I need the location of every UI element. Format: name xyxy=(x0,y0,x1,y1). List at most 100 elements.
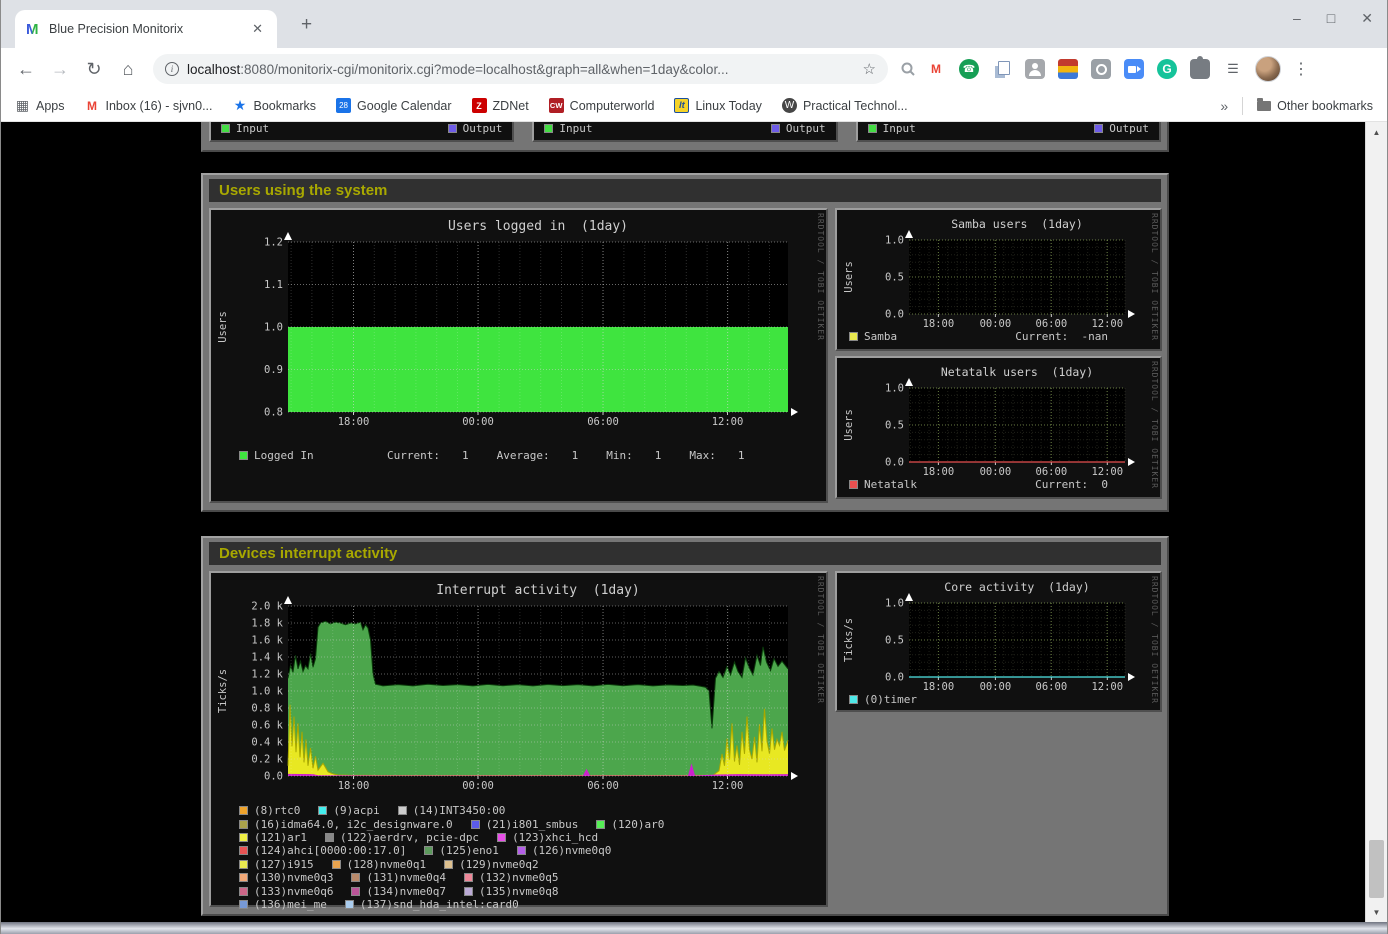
bookmarks-overflow-icon[interactable]: » xyxy=(1220,98,1228,114)
rrdtool-watermark: RRDTOOL / TOBI OETIKER xyxy=(1150,361,1159,489)
legend-item: (123)xhci_hcd xyxy=(497,831,598,844)
browser-tab[interactable]: M Blue Precision Monitorix ✕ xyxy=(15,10,277,48)
network-chart-panel[interactable]: Input Output xyxy=(856,122,1161,142)
legend-item: (128)nvme0q1 xyxy=(332,858,426,871)
bookmark-google-calendar[interactable]: 28 Google Calendar xyxy=(336,98,452,113)
legend-color-swatch xyxy=(345,900,354,909)
bookmark-favicon: 28 xyxy=(336,98,351,113)
legend-row: (130)nvme0q3(131)nvme0q4(132)nvme0q5 xyxy=(239,871,826,884)
interrupts-section-title: Devices interrupt activity xyxy=(209,542,1161,565)
bookmark-computerworld[interactable]: CW Computerworld xyxy=(549,98,655,113)
bookmark-apps[interactable]: ▦ Apps xyxy=(15,98,65,113)
bookmark-linux-today[interactable]: lt Linux Today xyxy=(674,98,762,113)
other-bookmarks-button[interactable]: Other bookmarks xyxy=(1257,99,1373,113)
window-close-button[interactable]: ✕ xyxy=(1361,10,1373,27)
bookmark-label: Inbox (16) - sjvn0... xyxy=(106,99,213,113)
svg-text:Interrupt activity (1day): Interrupt activity (1day) xyxy=(436,583,640,598)
playlist-extension-icon[interactable]: ☰ xyxy=(1223,59,1243,79)
svg-text:1.0: 1.0 xyxy=(264,322,283,334)
window-maximize-button[interactable]: □ xyxy=(1327,10,1335,27)
search-extension-icon[interactable] xyxy=(898,59,918,79)
svg-text:1.6 k: 1.6 k xyxy=(251,635,283,647)
legend-item: (132)nvme0q5 xyxy=(464,871,558,884)
bookmark-label: Bookmarks xyxy=(254,99,317,113)
users-logged-in-chart[interactable]: 18:0000:0006:0012:001.21.11.00.90.8Users… xyxy=(211,210,826,440)
person-extension-icon[interactable] xyxy=(1025,59,1045,79)
books-extension-icon[interactable] xyxy=(1058,59,1078,79)
vertical-scrollbar[interactable]: ▲ ▼ xyxy=(1365,122,1387,922)
pages-extension-icon[interactable] xyxy=(992,59,1012,79)
url-path: :8080/monitorix-cgi/monitorix.cgi?mode=l… xyxy=(240,62,728,77)
extension-icons: M ☎ G ☰ xyxy=(926,59,1243,79)
core-activity-chart[interactable]: 18:0000:0006:0012:001.00.50.0Core activi… xyxy=(837,573,1160,691)
window-bottom-border xyxy=(1,922,1387,934)
svg-text:1.0: 1.0 xyxy=(885,235,904,247)
url-bar[interactable]: i localhost:8080/monitorix-cgi/monitorix… xyxy=(153,54,888,84)
svg-text:12:00: 12:00 xyxy=(1091,318,1123,328)
site-info-icon[interactable]: i xyxy=(165,62,179,76)
scroll-down-arrow[interactable]: ▼ xyxy=(1366,902,1387,922)
home-button[interactable]: ⌂ xyxy=(113,54,143,84)
legend-item: (133)nvme0q6 xyxy=(239,885,333,898)
network-chart-panel[interactable]: Input Output xyxy=(532,122,837,142)
bookmark-zdnet[interactable]: Z ZDNet xyxy=(472,98,529,113)
svg-text:18:00: 18:00 xyxy=(923,681,955,691)
profile-avatar[interactable] xyxy=(1255,56,1281,82)
svg-text:1.0: 1.0 xyxy=(885,598,904,610)
grammarly-extension-icon[interactable]: G xyxy=(1157,59,1177,79)
bookmark-inbox[interactable]: M Inbox (16) - sjvn0... xyxy=(85,98,213,113)
users-section-title: Users using the system xyxy=(209,179,1161,202)
reload-button[interactable]: ↻ xyxy=(79,54,109,84)
stat-item: Current:1 xyxy=(387,449,469,462)
legend-color-swatch xyxy=(239,833,248,842)
legend-item: (21)i801_smbus xyxy=(471,818,579,831)
samba-users-chart[interactable]: 18:0000:0006:0012:001.00.50.0Samba users… xyxy=(837,210,1160,328)
svg-text:12:00: 12:00 xyxy=(1091,466,1123,476)
stat-item: Average:1 xyxy=(497,449,579,462)
browser-window: M Blue Precision Monitorix ✕ + – □ ✕ ← →… xyxy=(0,0,1388,934)
svg-text:Users logged in (1day): Users logged in (1day) xyxy=(448,219,628,234)
scrollbar-thumb[interactable] xyxy=(1369,840,1384,898)
legend-color-swatch xyxy=(239,860,248,869)
legend-color-swatch xyxy=(464,887,473,896)
bookmark-bookmarks[interactable]: ★ Bookmarks xyxy=(233,98,317,113)
netatalk-users-chart[interactable]: 18:0000:0006:0012:001.00.50.0Netatalk us… xyxy=(837,358,1160,476)
scroll-up-arrow[interactable]: ▲ xyxy=(1366,122,1387,142)
legend-item: (122)aerdrv, pcie-dpc xyxy=(325,831,479,844)
puzzle-extension-icon[interactable] xyxy=(1190,59,1210,79)
users-logged-in-panel: 18:0000:0006:0012:001.21.11.00.90.8Users… xyxy=(209,208,828,503)
legend-item: (130)nvme0q3 xyxy=(239,871,333,884)
lamp-extension-icon[interactable] xyxy=(1091,59,1111,79)
bookmark-favicon: ▦ xyxy=(15,98,30,113)
forward-button[interactable]: → xyxy=(45,54,75,84)
divider xyxy=(1242,97,1243,115)
legend-item: (124)ahci[0000:00:17.0] xyxy=(239,844,406,857)
svg-text:0.2 k: 0.2 k xyxy=(251,754,283,766)
svg-text:0.0: 0.0 xyxy=(264,771,283,783)
bookmark-practical-technology[interactable]: W Practical Technol... xyxy=(782,98,908,113)
window-minimize-button[interactable]: – xyxy=(1293,10,1301,27)
network-chart-panel[interactable]: Input Output xyxy=(209,122,514,142)
browser-menu-icon[interactable]: ⋮ xyxy=(1285,59,1317,79)
tab-close-icon[interactable]: ✕ xyxy=(248,19,267,39)
svg-text:0.4 k: 0.4 k xyxy=(251,737,283,749)
stat-item: Max:1 xyxy=(689,449,744,462)
legend-row: (16)idma64.0, i2c_designware.0(21)i801_s… xyxy=(239,817,826,830)
new-tab-button[interactable]: + xyxy=(293,12,320,38)
svg-text:0.5: 0.5 xyxy=(885,420,904,432)
gmail-extension-icon[interactable]: M xyxy=(926,59,946,79)
back-button[interactable]: ← xyxy=(11,54,41,84)
bookmark-star-icon[interactable]: ☆ xyxy=(863,60,876,78)
legend-logged-in: Logged In xyxy=(239,449,387,462)
svg-text:1.0 k: 1.0 k xyxy=(251,686,283,698)
users-chart-stats: Current:1Average:1Min:1Max:1 xyxy=(387,449,772,462)
core-activity-panel: 18:0000:0006:0012:001.00.50.0Core activi… xyxy=(835,571,1162,712)
samba-chart-legend: Samba Current: -nan xyxy=(837,328,1160,343)
legend-row: (133)nvme0q6(134)nvme0q7(135)nvme0q8 xyxy=(239,884,826,897)
interrupt-activity-chart[interactable]: 18:0000:0006:0012:002.0 k1.8 k1.6 k1.4 k… xyxy=(211,573,826,798)
legend-item: (8)rtc0 xyxy=(239,804,300,817)
camera-extension-icon[interactable] xyxy=(1124,59,1144,79)
netatalk-users-panel: 18:0000:0006:0012:001.00.50.0Netatalk us… xyxy=(835,356,1162,499)
svg-text:1.1: 1.1 xyxy=(264,279,283,291)
voice-extension-icon[interactable]: ☎ xyxy=(959,59,979,79)
